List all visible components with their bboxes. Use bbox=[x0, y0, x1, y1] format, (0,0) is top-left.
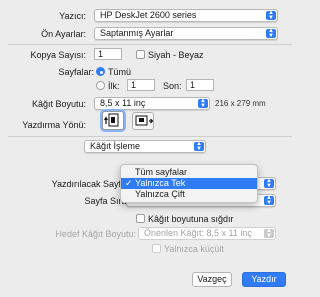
presets-select[interactable]: Saptanmış Ayarlar ▲ ▼ bbox=[94, 27, 278, 40]
section-select[interactable]: Kâğıt İşleme ▲ ▼ bbox=[84, 140, 206, 153]
printer-value: HP DeskJet 2600 series bbox=[100, 10, 197, 20]
dest-paper-label: Hedef Kâğıt Boyutu: bbox=[55, 229, 136, 239]
checkmark-icon: ✓ bbox=[125, 178, 133, 188]
paper-dimensions: 216 x 279 mm bbox=[215, 99, 266, 108]
chevron-updown-icon: ▲ ▼ bbox=[266, 28, 276, 38]
landscape-button[interactable] bbox=[132, 112, 154, 130]
pages-to-field[interactable]: 1 bbox=[186, 79, 214, 91]
dest-paper-value: Önerilen Kâğıt: 8,5 x 11 inç bbox=[144, 228, 252, 238]
chevron-updown-icon: ▲ ▼ bbox=[264, 228, 274, 238]
scale-to-fit-label: Kâğıt boyutuna sığdır bbox=[148, 214, 234, 224]
black-white-checkbox[interactable] bbox=[136, 50, 145, 59]
chevron-updown-icon: ▲ ▼ bbox=[264, 178, 274, 188]
scale-down-checkbox bbox=[152, 244, 161, 253]
chevron-updown-icon: ▲ ▼ bbox=[264, 195, 274, 205]
printer-label: Yazıcı: bbox=[59, 11, 86, 21]
separator bbox=[8, 44, 292, 45]
chevron-updown-icon: ▲ ▼ bbox=[198, 98, 208, 108]
paper-size-value: 8,5 x 11 inç bbox=[100, 98, 146, 108]
pages-from-label: İlk: bbox=[108, 81, 120, 91]
black-white-label: Siyah - Beyaz bbox=[148, 50, 204, 60]
chevron-updown-icon: ▲ ▼ bbox=[266, 10, 276, 20]
pages-to-label: Son: bbox=[163, 81, 182, 91]
scale-down-label: Yalnızca küçült bbox=[164, 244, 224, 254]
portrait-button[interactable] bbox=[102, 111, 124, 130]
menu-item-odd-only[interactable]: ✓ Yalnızca Tek bbox=[121, 178, 257, 189]
pages-label: Sayfalar: bbox=[58, 67, 94, 77]
pages-from-field[interactable]: 1 bbox=[127, 79, 155, 91]
portrait-orientation-icon bbox=[103, 113, 119, 127]
menu-item-even-only[interactable]: Yalnızca Çift bbox=[121, 189, 257, 200]
paper-size-label: Kâğıt Boyutu: bbox=[31, 99, 86, 109]
chevron-updown-icon: ▲ ▼ bbox=[194, 141, 204, 151]
menu-item-all-pages[interactable]: Tüm sayfalar bbox=[121, 167, 257, 178]
print-button[interactable]: Yazdır bbox=[242, 272, 286, 287]
presets-value: Saptanmış Ayarlar bbox=[100, 28, 174, 38]
cancel-button[interactable]: Vazgeç bbox=[192, 272, 232, 287]
pages-to-print-menu: Tüm sayfalar ✓ Yalnızca Tek Yalnızca Çif… bbox=[120, 164, 258, 203]
separator bbox=[8, 136, 292, 137]
pages-all-label: Tümü bbox=[108, 67, 132, 77]
scale-to-fit-checkbox[interactable] bbox=[136, 214, 145, 223]
pages-all-radio[interactable] bbox=[96, 67, 105, 76]
paper-size-select[interactable]: 8,5 x 11 inç ▲ ▼ bbox=[94, 97, 210, 110]
presets-label: Ön Ayarlar: bbox=[41, 29, 86, 39]
copies-field[interactable]: 1 bbox=[94, 48, 122, 60]
copies-label: Kopya Sayısı: bbox=[30, 50, 86, 60]
landscape-orientation-icon bbox=[135, 115, 154, 126]
printer-select[interactable]: HP DeskJet 2600 series ▲ ▼ bbox=[94, 9, 278, 22]
pages-range-radio[interactable] bbox=[96, 81, 105, 90]
dest-paper-select: Önerilen Kâğıt: 8,5 x 11 inç ▲ ▼ bbox=[138, 227, 276, 240]
section-value: Kâğıt İşleme bbox=[90, 141, 141, 151]
orientation-label: Yazdırma Yönü: bbox=[22, 120, 86, 130]
